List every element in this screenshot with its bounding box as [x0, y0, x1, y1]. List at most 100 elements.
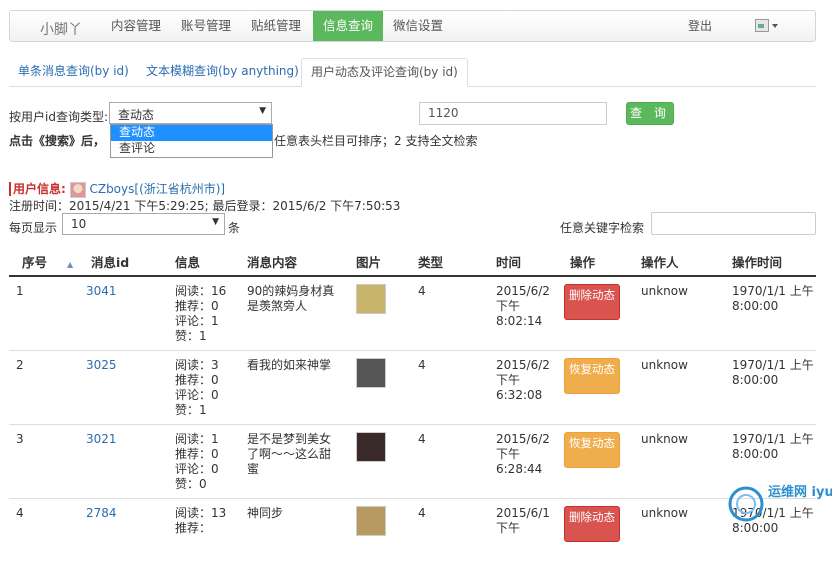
th-no[interactable]: 序号▲	[9, 247, 86, 276]
message-id-link[interactable]: 2784	[86, 506, 117, 520]
table-header-row: 序号▲ 消息id 信息 消息内容 图片 类型 时间 操作 操作人 操作时间	[9, 247, 816, 276]
time-line: 6:32:08	[496, 388, 564, 403]
cell-operator: unknow	[635, 351, 724, 425]
delete-activity-button[interactable]: 删除动态	[564, 284, 620, 320]
info-line: 赞：1	[175, 403, 243, 418]
user-name-link[interactable]: CZboys[(浙江省杭州市)]	[89, 182, 225, 196]
info-line: 推荐：	[175, 521, 243, 536]
cell-time: 2015/6/2下午6:28:44	[492, 425, 564, 499]
option-comment[interactable]: 查评论	[111, 141, 272, 157]
message-id-link[interactable]: 3021	[86, 432, 117, 446]
hint-rest: 任意表头栏目可排序；2 支持全文检索	[274, 132, 477, 149]
cell-content: 神同步	[243, 499, 350, 572]
nav-content-management[interactable]: 内容管理	[101, 11, 171, 41]
time-line: 2015/6/2	[496, 432, 564, 447]
cell-operator: unknow	[635, 499, 724, 572]
th-image[interactable]: 图片	[350, 247, 416, 276]
time-line: 下午	[496, 521, 564, 536]
info-line: 推荐：0	[175, 373, 243, 388]
info-line: 阅读：13	[175, 506, 243, 521]
info-line: 赞：0	[175, 477, 243, 492]
perpage-label: 每页显示	[9, 219, 57, 236]
cell-info: 阅读：1推荐：0评论：0赞：0	[171, 425, 243, 499]
th-action[interactable]: 操作	[564, 247, 635, 276]
cell-no: 3	[9, 425, 86, 499]
cell-content: 看我的如来神掌	[243, 351, 350, 425]
time-line: 2015/6/2	[496, 358, 564, 373]
cell-type: 4	[416, 499, 492, 572]
table-row: 33021阅读：1推荐：0评论：0赞：0是不是梦到美女了啊～～这么甜蜜42015…	[9, 425, 816, 499]
cell-info: 阅读：16推荐：0评论：1赞：1	[171, 276, 243, 351]
nav-account-management[interactable]: 账号管理	[171, 11, 241, 41]
watermark-text: 运维网 iyunv.com	[768, 484, 832, 500]
th-time[interactable]: 时间	[492, 247, 564, 276]
th-op-time[interactable]: 操作时间	[724, 247, 816, 276]
message-id-link[interactable]: 3041	[86, 284, 117, 298]
user-id-input[interactable]: 1120	[419, 102, 607, 125]
info-line: 赞：1	[175, 329, 243, 344]
thumbnail-image[interactable]	[356, 284, 386, 314]
th-operator[interactable]: 操作人	[635, 247, 724, 276]
query-type-select[interactable]: 查动态 ▼	[109, 102, 272, 124]
nav-info-query[interactable]: 信息查询	[313, 11, 383, 41]
thumbnail-image[interactable]	[356, 506, 386, 536]
time-line: 下午	[496, 373, 564, 388]
keyword-search-input[interactable]	[651, 212, 816, 235]
cell-type: 4	[416, 425, 492, 499]
tab-single-message[interactable]: 单条消息查询(by id)	[9, 58, 138, 85]
user-image-icon	[755, 19, 769, 32]
recover-activity-button[interactable]: 恢复动态	[564, 358, 620, 394]
time-line: 6:28:44	[496, 462, 564, 477]
option-activity[interactable]: 查动态	[111, 125, 272, 141]
optime-line: 8:00:00	[732, 299, 816, 314]
registration-info: 注册时间：2015/4/21 下午5:29:25; 最后登录：2015/6/2 …	[9, 197, 400, 214]
time-line: 2015/6/2	[496, 284, 564, 299]
cell-info: 阅读：13推荐：	[171, 499, 243, 572]
tab-text-fuzzy[interactable]: 文本模糊查询(by anything)	[137, 58, 308, 85]
nav-sticker-management[interactable]: 贴纸管理	[241, 11, 311, 41]
query-button[interactable]: 查 询	[626, 102, 674, 125]
recover-activity-button[interactable]: 恢复动态	[564, 432, 620, 468]
perpage-unit: 条	[228, 219, 240, 236]
optime-line: 1970/1/1 上午	[732, 284, 816, 299]
table-row: 42784阅读：13推荐：神同步42015/6/1下午删除动态unknow197…	[9, 499, 816, 572]
cell-no: 1	[9, 276, 86, 351]
cell-op-time: 1970/1/1 上午8:00:00	[724, 276, 816, 351]
cell-type: 4	[416, 276, 492, 351]
activity-table: 序号▲ 消息id 信息 消息内容 图片 类型 时间 操作 操作人 操作时间 13…	[9, 247, 816, 572]
info-line: 阅读：16	[175, 284, 243, 299]
info-line: 评论：1	[175, 314, 243, 329]
cell-time: 2015/6/2下午8:02:14	[492, 276, 564, 351]
brand-logo[interactable]: 小脚丫	[40, 19, 82, 39]
th-msg-id[interactable]: 消息id	[86, 247, 171, 276]
perpage-select[interactable]: 10 ▼	[62, 213, 225, 235]
cell-info: 阅读：3推荐：0评论：0赞：1	[171, 351, 243, 425]
user-menu[interactable]	[755, 18, 785, 34]
delete-activity-button[interactable]: 删除动态	[564, 506, 620, 542]
th-content[interactable]: 消息内容	[243, 247, 350, 276]
thumbnail-image[interactable]	[356, 432, 386, 462]
logout-link[interactable]: 登出	[688, 11, 712, 41]
hint-text: 点击《搜索》后，	[9, 132, 105, 149]
cell-content: 90的辣妈身材真是羡煞旁人	[243, 276, 350, 351]
nav-wechat-settings[interactable]: 微信设置	[383, 11, 453, 41]
top-navbar: 小脚丫 内容管理 账号管理 贴纸管理 信息查询 微信设置 登出	[9, 10, 816, 42]
message-id-link[interactable]: 3025	[86, 358, 117, 372]
info-line: 推荐：0	[175, 447, 243, 462]
cell-content: 是不是梦到美女了啊～～这么甜蜜	[243, 425, 350, 499]
time-line: 8:02:14	[496, 314, 564, 329]
thumbnail-image[interactable]	[356, 358, 386, 388]
info-line: 评论：0	[175, 462, 243, 477]
th-type[interactable]: 类型	[416, 247, 492, 276]
query-tabs: 单条消息查询(by id) 文本模糊查询(by anything) 用户动态及评…	[9, 58, 816, 87]
perpage-value: 10	[71, 217, 86, 231]
info-line: 评论：0	[175, 388, 243, 403]
user-info-label: 用户信息:	[9, 182, 66, 196]
sort-asc-icon: ▲	[67, 260, 73, 269]
query-type-label: 按用户id查询类型:	[9, 108, 108, 125]
th-info[interactable]: 信息	[171, 247, 243, 276]
hint-bold: 点击《搜索》后，	[9, 134, 105, 148]
table-row: 23025阅读：3推荐：0评论：0赞：1看我的如来神掌42015/6/2下午6:…	[9, 351, 816, 425]
caret-down-icon	[772, 24, 778, 28]
tab-user-activity[interactable]: 用户动态及评论查询(by id)	[301, 58, 468, 87]
